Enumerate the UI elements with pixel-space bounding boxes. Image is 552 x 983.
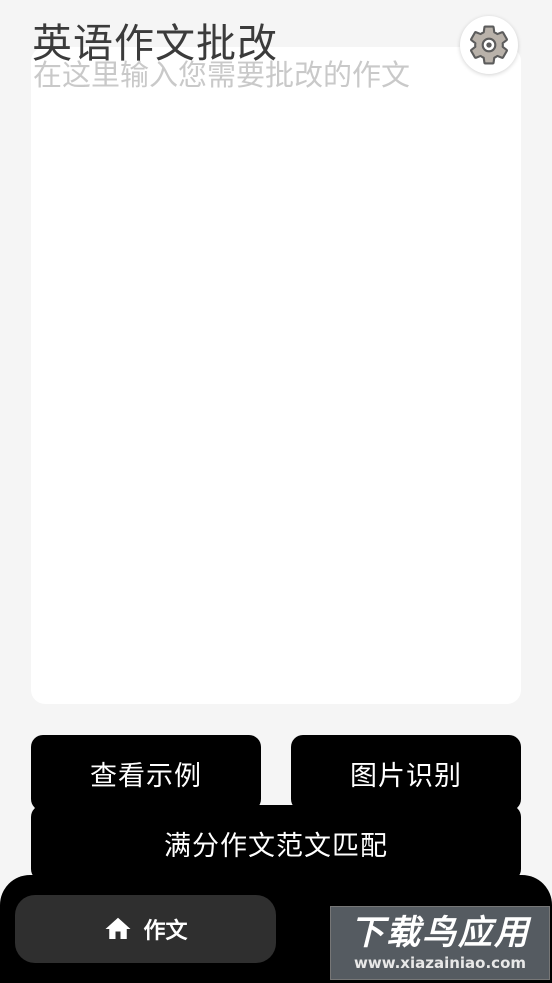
tab-essay[interactable]: 作文 (15, 895, 276, 963)
tab-essay-label: 作文 (143, 919, 188, 944)
settings-button[interactable] (460, 16, 518, 74)
page-title: 英语作文批改 (32, 21, 278, 67)
essay-match-label: 满分作文范文匹配 (164, 830, 388, 862)
watermark-logo: 下载鸟应用 www.xiazainiao.com (330, 906, 550, 980)
essay-match-button[interactable]: 满分作文范文匹配 (31, 805, 521, 881)
watermark-title: 下载鸟应用 (350, 913, 530, 953)
image-recognition-button[interactable]: 图片识别 (291, 735, 521, 811)
gear-icon (470, 25, 508, 65)
essay-editor[interactable] (31, 47, 521, 704)
essay-input[interactable] (31, 47, 521, 704)
view-example-button[interactable]: 查看示例 (31, 735, 261, 811)
view-example-label: 查看示例 (90, 760, 202, 792)
image-recognition-label: 图片识别 (350, 760, 462, 792)
home-icon (105, 917, 131, 939)
watermark-url: www.xiazainiao.com (353, 954, 527, 972)
